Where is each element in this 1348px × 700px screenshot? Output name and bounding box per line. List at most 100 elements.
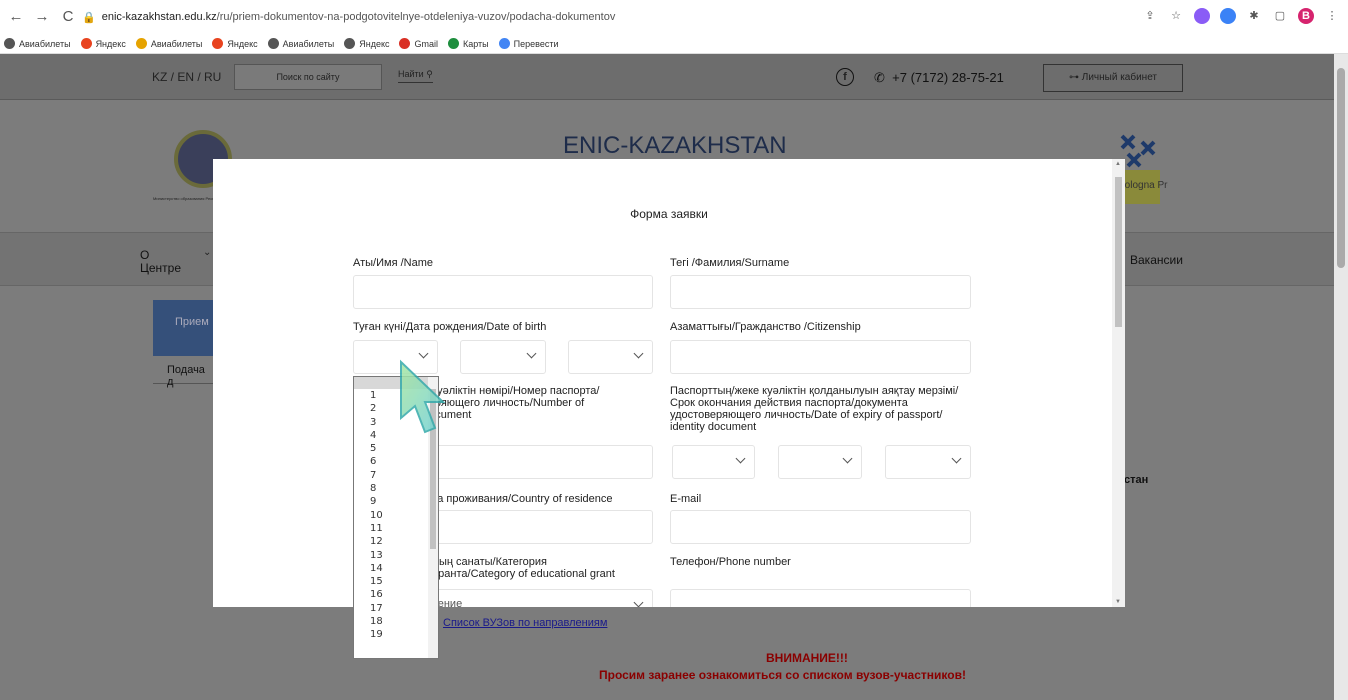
- expiry-year-select[interactable]: [885, 445, 971, 479]
- site-search-input[interactable]: Поиск по сайту: [234, 64, 382, 90]
- scroll-down-icon[interactable]: ▼: [1115, 599, 1121, 605]
- header-phone: ✆ +7 (7172) 28-75-21: [874, 70, 1004, 86]
- bookmark-label: Яндекс: [359, 38, 390, 49]
- forward-icon[interactable]: →: [32, 7, 52, 27]
- bookmark-favicon-icon: [267, 38, 279, 49]
- share-icon[interactable]: ⇪: [1142, 8, 1158, 24]
- email-label: E-mail: [670, 493, 702, 505]
- dropdown-option[interactable]: 19: [354, 628, 438, 641]
- profile-avatar[interactable]: B: [1298, 8, 1314, 24]
- surname-input[interactable]: [670, 275, 971, 309]
- bookmark-item[interactable]: Авиабилеты: [4, 38, 71, 49]
- dropdown-option[interactable]: 10: [354, 509, 438, 522]
- bookmark-label: Яндекс: [95, 38, 126, 49]
- dropdown-option[interactable]: 16: [354, 588, 438, 601]
- phone-label: Телефон/Phone number: [670, 556, 791, 568]
- url-path: /ru/priem-dokumentov-na-podgotovitelnye-…: [216, 11, 616, 23]
- phone-number: +7 (7172) 28-75-21: [892, 70, 1004, 85]
- back-icon[interactable]: ←: [6, 7, 26, 27]
- bookmark-favicon-icon: [399, 38, 411, 49]
- extension-icon[interactable]: [1194, 8, 1210, 24]
- dropdown-option[interactable]: 7: [354, 469, 438, 482]
- address-bar[interactable]: 🔒 enic-kazakhstan.edu.kz /ru/priem-dokum…: [82, 5, 1182, 29]
- bookmark-item[interactable]: Gmail: [399, 38, 438, 49]
- warning-title: ВНИМАНИЕ!!!: [766, 651, 848, 665]
- dropdown-option[interactable]: 14: [354, 562, 438, 575]
- dob-year-select[interactable]: [568, 340, 653, 374]
- menu-item-vacancies[interactable]: Вакансии: [1130, 253, 1183, 267]
- surname-label: Тегі /Фамилия/Surname: [670, 257, 790, 269]
- dropdown-option[interactable]: 17: [354, 602, 438, 615]
- expiry-month-select[interactable]: [778, 445, 862, 479]
- bookmark-item[interactable]: Яндекс: [344, 38, 389, 49]
- citizenship-label: Азаматтығы/Гражданство /Citizenship: [670, 321, 861, 333]
- email-input[interactable]: [670, 510, 971, 544]
- citizenship-input[interactable]: [670, 340, 971, 374]
- bookmark-favicon-icon: [448, 38, 459, 49]
- bookmark-favicon-icon: [80, 38, 92, 49]
- bookmark-label: Яндекс: [227, 38, 258, 49]
- modal-scrollbar[interactable]: ▲ ▼: [1112, 159, 1125, 607]
- facebook-icon[interactable]: f: [836, 68, 854, 86]
- bookmark-favicon-icon: [135, 38, 147, 49]
- bookmark-label: Авиабилеты: [150, 38, 203, 49]
- bookmark-label: Авиабилеты: [282, 38, 335, 49]
- site-search-button[interactable]: Найти ⚲: [398, 69, 433, 83]
- passport-expiry-label: Паспорттың/жеке куәліктін қолданылуын ая…: [670, 385, 959, 433]
- page-scrollbar-thumb[interactable]: [1337, 68, 1345, 268]
- sidebar-item-active[interactable]: Прием: [153, 300, 213, 356]
- cabinet-label: Личный кабинет: [1081, 72, 1157, 83]
- dropdown-option[interactable]: 12: [354, 535, 438, 548]
- modal-scrollbar-thumb[interactable]: [1115, 177, 1122, 327]
- dropdown-option[interactable]: 9: [354, 495, 438, 508]
- dropdown-option[interactable]: 18: [354, 615, 438, 628]
- page-scrollbar[interactable]: [1334, 54, 1348, 700]
- application-form-modal: Форма заявки Аты/Имя /Name Тегі /Фамилия…: [213, 159, 1125, 607]
- background-text: стан: [1124, 474, 1149, 486]
- puzzle-icon[interactable]: ✱: [1246, 8, 1262, 24]
- menu-item-about[interactable]: О Центре: [140, 249, 181, 275]
- name-input[interactable]: [353, 275, 653, 309]
- browser-toolbar: ← → C 🔒 enic-kazakhstan.edu.kz /ru/priem…: [0, 0, 1348, 34]
- bookmark-favicon-icon: [4, 38, 15, 49]
- bookmark-item[interactable]: Карты: [448, 38, 489, 49]
- extension-icon[interactable]: [1220, 8, 1236, 24]
- scroll-up-icon[interactable]: ▲: [1115, 161, 1121, 167]
- chevron-down-icon: [633, 597, 644, 607]
- dropdown-option[interactable]: 13: [354, 549, 438, 562]
- expiry-day-select[interactable]: [672, 445, 755, 479]
- browser-extension-icons: ⇪ ☆ ✱ ▢ B ⋮: [1142, 8, 1340, 24]
- dropdown-option[interactable]: 11: [354, 522, 438, 535]
- dropdown-option[interactable]: 8: [354, 482, 438, 495]
- personal-cabinet-button[interactable]: ⊶ Личный кабинет: [1043, 64, 1183, 92]
- residence-label: ана проживания/Country of residence: [425, 493, 613, 505]
- site-topbar: KZ / EN / RU Поиск по сайту Найти ⚲ f ✆ …: [0, 54, 1334, 100]
- name-label: Аты/Имя /Name: [353, 257, 433, 269]
- bookmark-item[interactable]: Перевести: [498, 38, 559, 49]
- bookmark-star-icon[interactable]: ☆: [1168, 8, 1184, 24]
- dropdown-option[interactable]: 15: [354, 575, 438, 588]
- menu-dots-icon[interactable]: ⋮: [1324, 8, 1340, 24]
- bookmarks-bar: Авиабилеты Яндекс Авиабилеты Яндекс Авиабиле…: [0, 34, 1348, 54]
- universities-list-link[interactable]: Список ВУЗов по направлениям: [443, 617, 607, 629]
- dropdown-option[interactable]: 6: [354, 455, 438, 468]
- bookmark-item[interactable]: Авиабилеты: [267, 38, 335, 49]
- warning-text: Просим заранее ознакомиться со списком в…: [599, 668, 966, 682]
- bookmark-label: Перевести: [513, 38, 559, 49]
- chevron-down-icon: [735, 453, 746, 464]
- bookmark-favicon-icon: [498, 38, 510, 49]
- bookmark-item[interactable]: Яндекс: [212, 38, 258, 49]
- phone-input[interactable]: [670, 589, 971, 607]
- chevron-down-icon: [633, 348, 644, 359]
- bookmark-item[interactable]: Авиабилеты: [135, 38, 203, 49]
- bookmark-item[interactable]: Яндекс: [80, 38, 126, 49]
- language-switcher[interactable]: KZ / EN / RU: [152, 70, 221, 84]
- sidepanel-icon[interactable]: ▢: [1272, 8, 1288, 24]
- dob-label: Туған күні/Дата рождения/Date of birth: [353, 321, 547, 333]
- sidebar-item-submit[interactable]: Подача д: [153, 356, 213, 388]
- chevron-down-icon: [951, 453, 962, 464]
- dob-month-select[interactable]: [460, 340, 546, 374]
- form-title: Форма заявки: [630, 207, 708, 221]
- reload-icon[interactable]: C: [58, 7, 78, 27]
- chevron-down-icon: ⌄: [203, 247, 212, 258]
